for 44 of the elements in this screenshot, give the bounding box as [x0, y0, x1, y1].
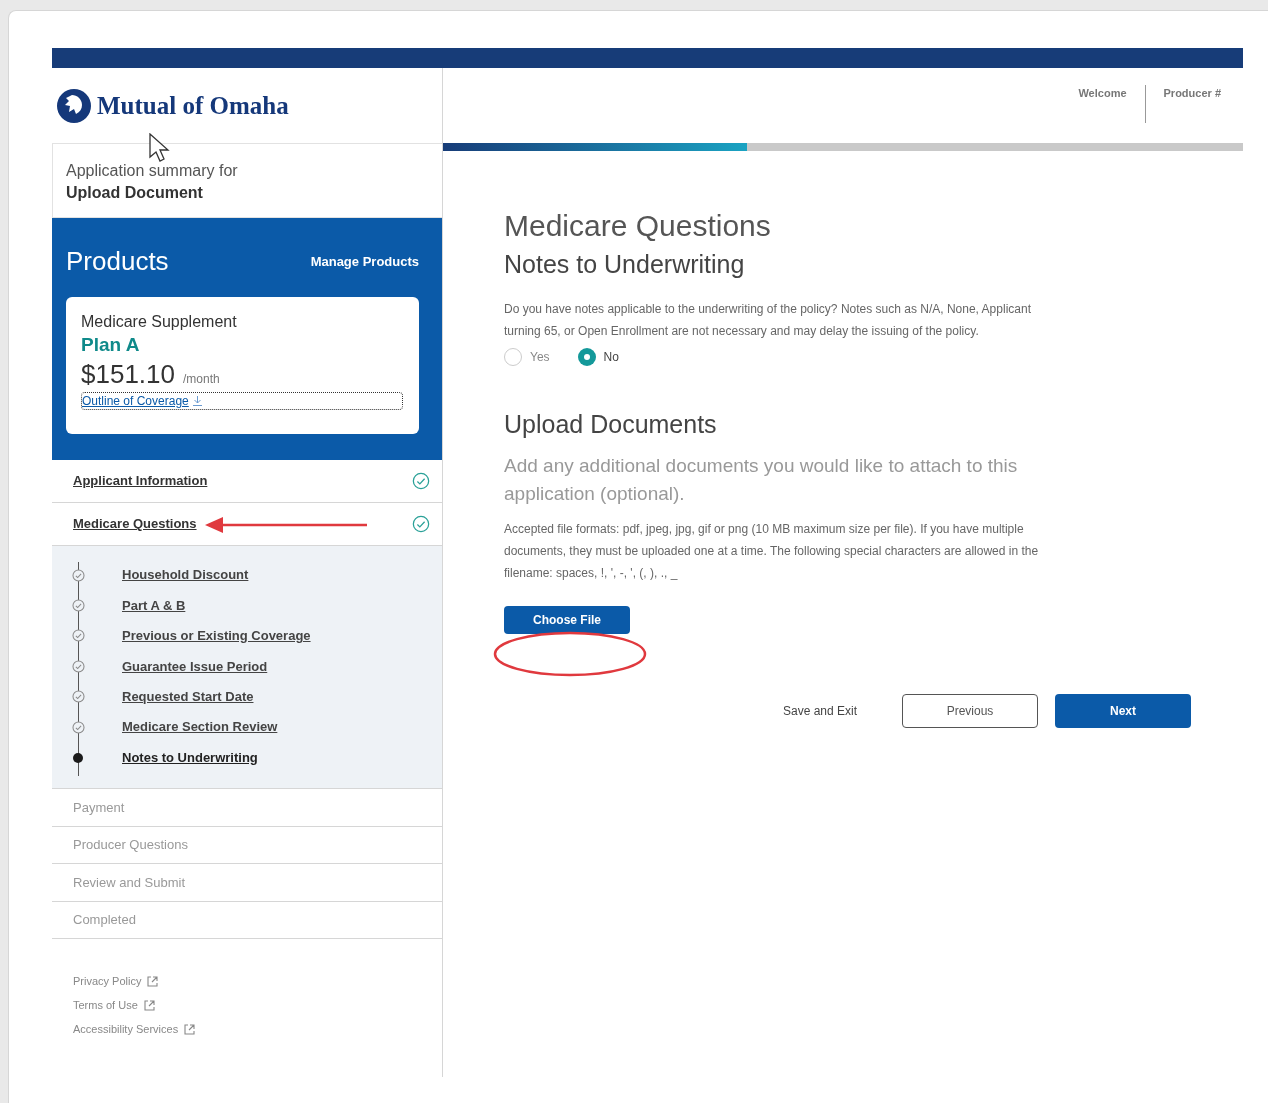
product-category: Medicare Supplement	[81, 312, 238, 332]
producer-number-label: Producer #	[1162, 86, 1221, 101]
company-logo: Mutual of Omaha	[97, 90, 289, 121]
upload-intro: Add any additional documents you would like to attach to this application (optional).	[504, 454, 1019, 506]
substep-link[interactable]: Guarantee Issue Period	[122, 656, 268, 677]
substep-link[interactable]: Requested Start Date	[122, 687, 254, 707]
products-heading: Products	[66, 245, 169, 278]
external-link-icon	[143, 999, 155, 1011]
section-title: Notes to Underwriting	[504, 249, 746, 280]
next-button[interactable]: Next	[1055, 694, 1191, 728]
plan-name: Plan A	[81, 333, 141, 357]
substep-link[interactable]: Previous or Existing Coverage	[122, 626, 311, 646]
section-title: Upload Documents	[504, 409, 718, 440]
previous-button[interactable]: Previous	[902, 694, 1038, 728]
download-icon	[192, 396, 202, 406]
upload-help-text: Accepted file formats: pdf, jpeg, jpg, gif or png (10 MB maximum size per file). If you have multiple documents, they must be uploaded one at a time. The following special characters are allowed in the filename: spaces, !, ', -, ', (, ), ., _	[504, 521, 1040, 582]
substep-link[interactable]: Medicare Section Review	[122, 717, 278, 737]
footer-link[interactable]: Terms of Use	[73, 993, 442, 1017]
outline-of-coverage-link[interactable]: Outline of Coverage	[81, 392, 403, 410]
external-link-icon	[184, 1023, 196, 1035]
step-link[interactable]: Medicare Questions	[73, 514, 197, 534]
radio-option[interactable]: Yes	[504, 348, 550, 366]
external-link-icon	[147, 975, 159, 987]
manage-products-link[interactable]: Manage Products	[310, 251, 419, 272]
footer-link[interactable]: Privacy Policy	[73, 969, 442, 993]
step-link[interactable]: Applicant Information	[73, 471, 208, 491]
welcome-text: Welcome	[1078, 86, 1128, 101]
substep-link[interactable]: Part A & B	[122, 595, 186, 616]
radio-button[interactable]	[577, 348, 596, 366]
footer-link[interactable]: Accessibility Services	[73, 1017, 442, 1041]
lion-logo-icon	[55, 86, 93, 125]
radio-button[interactable]	[504, 348, 522, 366]
summary-label: Application summary for	[66, 161, 239, 181]
radio-option[interactable]: No	[577, 348, 619, 366]
substep-link[interactable]: Notes to Underwriting	[122, 747, 258, 768]
save-and-exit-link[interactable]: Save and Exit	[782, 702, 857, 720]
choose-file-button[interactable]: Choose File	[504, 606, 630, 634]
substep-link[interactable]: Household Discount	[122, 565, 249, 585]
price-period: /month	[183, 371, 220, 388]
price: $151.10	[81, 358, 175, 390]
summary-title: Upload Document	[66, 183, 204, 203]
page-title: Medicare Questions	[504, 208, 772, 244]
mouse-pointer-icon	[149, 133, 171, 163]
question-text: Do you have notes applicable to the underwriting of the policy? Notes such as N/A, None, Applicant turning 65, or Open Enrollment are not necessary and may delay the issuing of the policy.	[504, 301, 1032, 340]
